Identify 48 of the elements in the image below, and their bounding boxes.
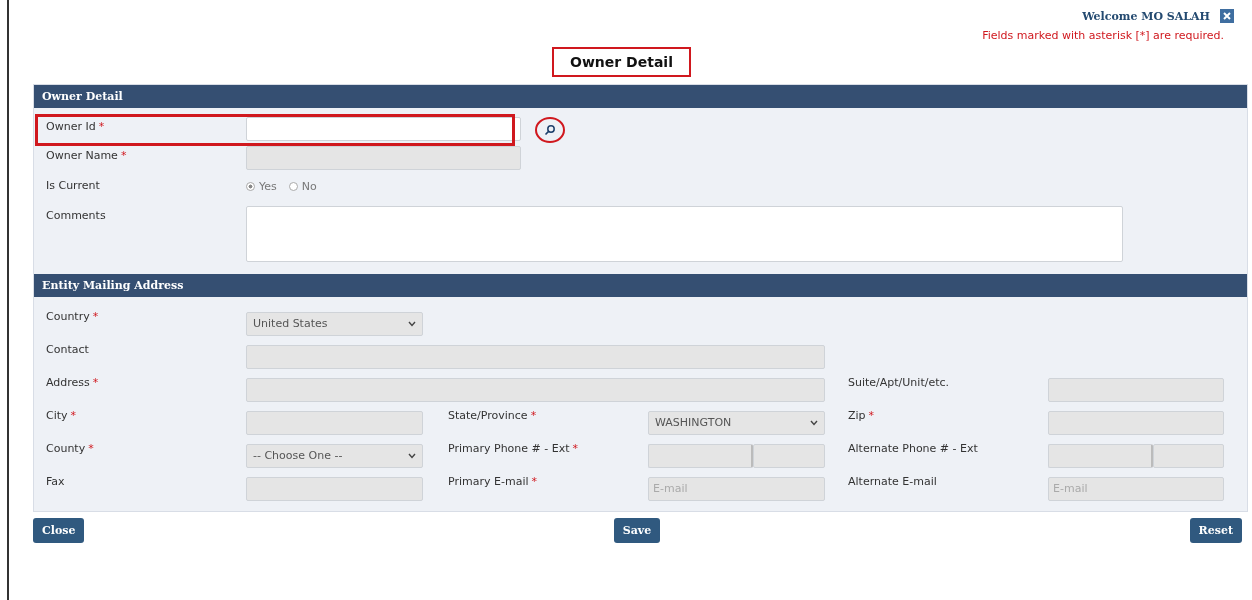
field-label: Alternate Phone # - Ext <box>848 441 979 455</box>
extension-field[interactable] <box>1153 443 1224 468</box>
input-field[interactable] <box>246 410 423 435</box>
section-header: Entity Mailing Address <box>34 274 1247 297</box>
dropdown[interactable]: United States <box>246 311 423 336</box>
field-label: City * <box>46 408 78 422</box>
input-field[interactable] <box>246 344 825 369</box>
input-field[interactable] <box>1048 410 1224 435</box>
field-label: Country * <box>46 309 100 323</box>
field-label: County * <box>46 441 95 455</box>
close-icon[interactable] <box>1220 9 1234 23</box>
reset-button[interactable]: Reset <box>1189 518 1242 543</box>
caret-icon <box>408 452 416 459</box>
field-label: Primary E-mail * <box>448 474 538 488</box>
save-button[interactable]: Save <box>613 518 661 543</box>
search-icon <box>544 124 556 136</box>
field-label: Owner Id * <box>46 119 106 133</box>
welcome-text: Welcome MO SALAH <box>1082 9 1210 23</box>
field-label: Comments <box>46 208 107 222</box>
phone-field[interactable] <box>648 443 753 468</box>
input-field[interactable] <box>246 476 423 501</box>
radio-option[interactable]: No <box>288 180 317 193</box>
close-button[interactable]: Close <box>33 518 85 543</box>
field-label: State/Province * <box>448 408 538 422</box>
input-field[interactable] <box>1048 377 1224 402</box>
section-header: Owner Detail <box>34 85 1247 108</box>
dropdown[interactable]: WASHINGTON <box>648 410 825 435</box>
field-label: Fax <box>46 474 66 488</box>
owner-id-field[interactable] <box>246 117 521 141</box>
field-label: Suite/Apt/Unit/etc. <box>848 375 951 389</box>
field-label: Zip * <box>848 408 876 422</box>
field-label: Alternate E-mail <box>848 474 938 488</box>
caret-icon <box>810 419 818 426</box>
comments-field[interactable] <box>246 206 1123 262</box>
search-button[interactable] <box>535 117 565 143</box>
extension-field[interactable] <box>753 443 825 468</box>
dropdown[interactable]: -- Choose One -- <box>246 443 423 468</box>
field-label: Contact <box>46 342 90 356</box>
field-label: Owner Name * <box>46 148 128 162</box>
caret-icon <box>408 320 416 327</box>
input-field[interactable] <box>246 377 825 402</box>
field-label: Address * <box>46 375 100 389</box>
page-title: Owner Detail <box>552 47 691 77</box>
radio-option[interactable]: Yes <box>246 180 277 193</box>
field-label: Is Current <box>46 178 101 192</box>
field-label: Primary Phone # - Ext * <box>448 441 580 455</box>
required-note: Fields marked with asterisk [*] are required. <box>982 29 1224 42</box>
phone-field[interactable] <box>1048 443 1153 468</box>
